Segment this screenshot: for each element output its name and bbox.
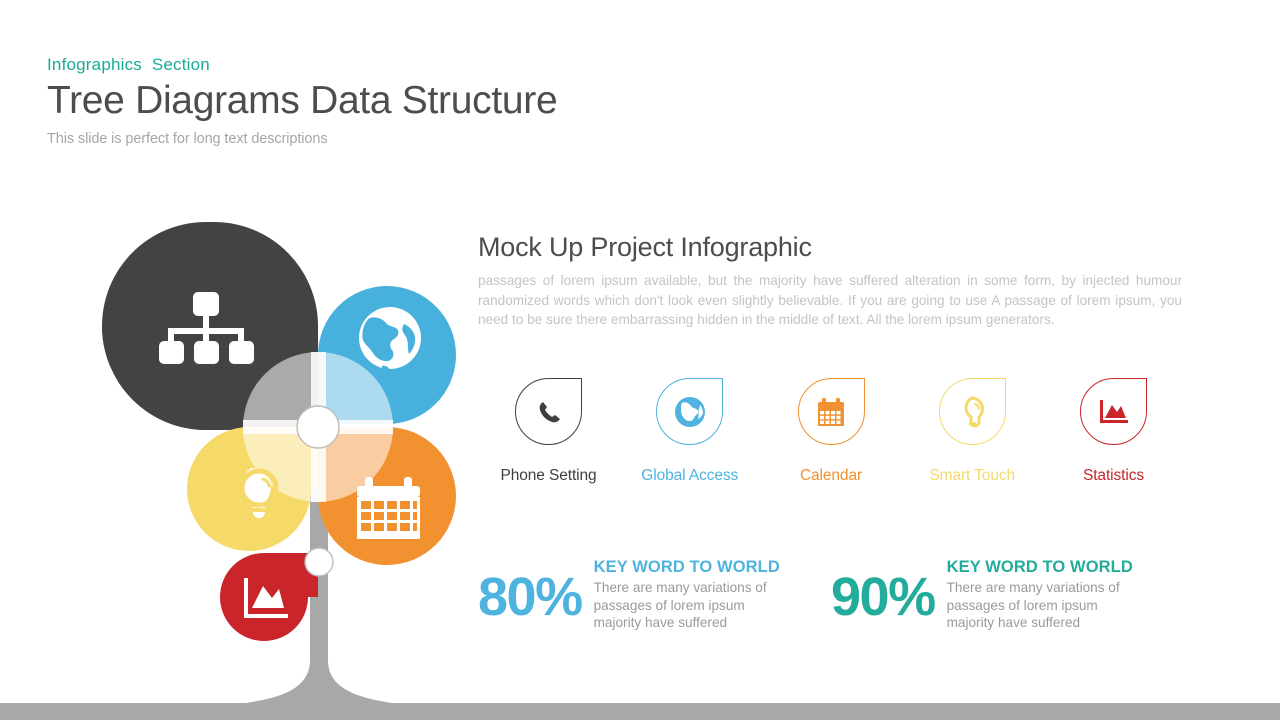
stem-node: [304, 547, 334, 577]
lightbulb-icon[interactable]: [938, 378, 1006, 445]
ground-bar: [0, 703, 1280, 720]
feature-label: Calendar: [799, 467, 863, 484]
section-body: passages of lorem ipsum available, but t…: [478, 273, 1182, 328]
feature-label: Statistics: [1082, 467, 1144, 484]
feature-item-phone-setting[interactable]: Phone Setting: [478, 378, 619, 485]
feature-label: Global Access: [641, 467, 739, 484]
feature-label: Phone Setting: [500, 467, 597, 484]
calendar-icon[interactable]: [797, 378, 865, 445]
stat-block-80: 80% KEY WORD TO WORLD There are many var…: [478, 556, 831, 632]
stat-block-90: 90% KEY WORD TO WORLD There are many var…: [831, 556, 1184, 632]
hub-node: [296, 405, 340, 449]
stat-value: 90%: [831, 567, 936, 627]
feature-icon-row: Phone Setting Global Access Calendar Sma…: [478, 378, 1184, 485]
feature-item-calendar[interactable]: Calendar: [761, 378, 902, 485]
stat-body: There are many variations of passages of…: [593, 580, 767, 631]
feature-label: Smart Touch: [929, 467, 1016, 484]
section-title: Mock Up Project Infographic: [478, 232, 812, 262]
globe-icon[interactable]: [656, 378, 724, 445]
stat-heading: KEY WORD TO WORLD: [946, 558, 1133, 576]
calendar-icon: [357, 477, 420, 539]
stat-body: There are many variations of passages of…: [946, 580, 1120, 631]
area-chart-icon[interactable]: [1080, 378, 1147, 445]
main-content: Mock Up Project Infographic passages of …: [478, 232, 1184, 330]
feature-item-global-access[interactable]: Global Access: [619, 378, 760, 485]
stat-heading: KEY WORD TO WORLD: [593, 558, 780, 576]
feature-item-smart-touch[interactable]: Smart Touch: [902, 378, 1043, 485]
phone-icon[interactable]: [515, 378, 582, 445]
stat-value: 80%: [478, 567, 583, 627]
stats-row: 80% KEY WORD TO WORLD There are many var…: [478, 556, 1184, 632]
feature-item-statistics[interactable]: Statistics: [1043, 378, 1184, 485]
